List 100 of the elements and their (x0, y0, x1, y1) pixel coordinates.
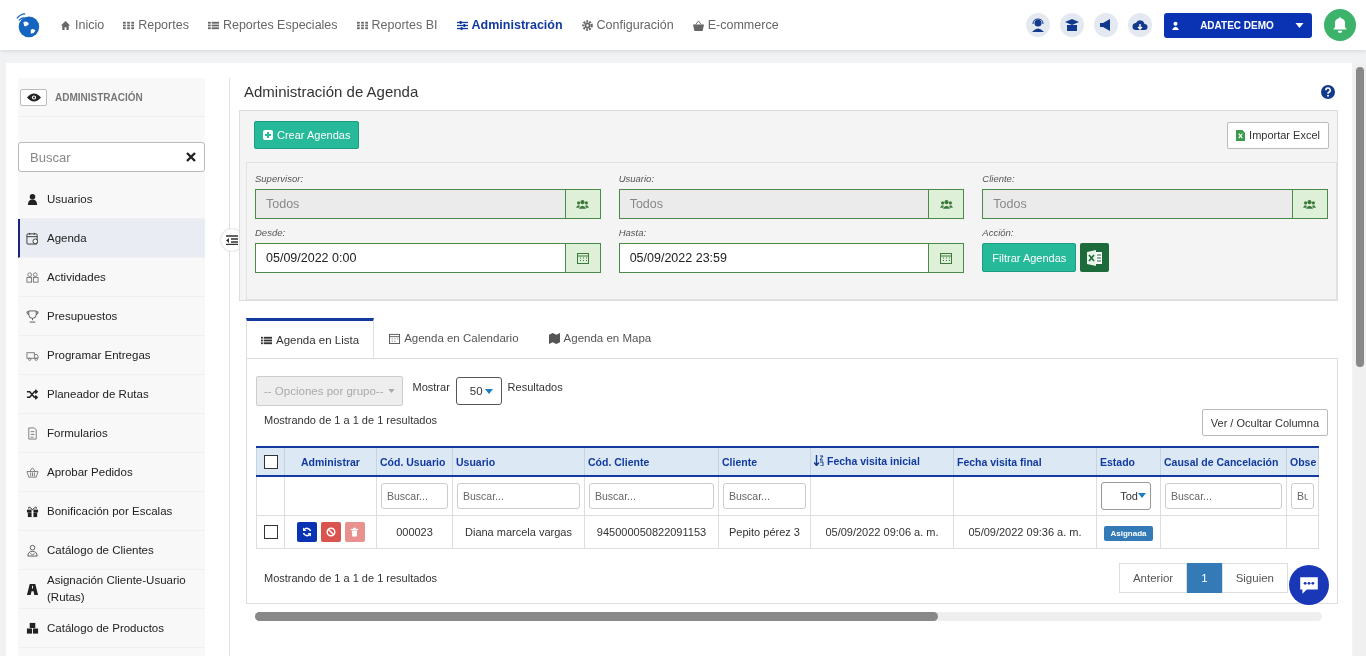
ban-icon (325, 526, 336, 537)
sidebar-item[interactable]: Actividades (18, 258, 205, 297)
nav-link[interactable]: E-commerce (692, 18, 779, 32)
notifications-button[interactable] (1324, 9, 1356, 41)
clear-icon[interactable] (186, 152, 196, 162)
user-icon (1172, 20, 1179, 30)
column-filter-field[interactable]: Buscar... (589, 482, 714, 509)
indent-icon (226, 235, 238, 245)
nav-link[interactable]: Reportes BI (356, 18, 438, 32)
table-cell: 945000050822091153 (596, 525, 707, 538)
field-label: Supervisor: (255, 173, 305, 184)
refresh-button[interactable] (296, 521, 317, 542)
sidebar-item[interactable]: Asignación Cliente-Usuario (Rutas) (18, 570, 205, 609)
trophy-icon (26, 309, 39, 323)
show-label: Mostrar (412, 381, 450, 393)
sliders-icon (456, 19, 468, 31)
sidebar-item[interactable]: Formularios (18, 414, 205, 453)
support-button[interactable] (1026, 13, 1050, 37)
calendar-icon (389, 332, 401, 344)
row-checkbox[interactable] (263, 524, 278, 539)
download-button[interactable] (1128, 13, 1152, 37)
sidebar-item[interactable]: Catálogo de Productos (18, 609, 205, 648)
field-label: Cliente: (982, 173, 1016, 184)
basket-icon (26, 465, 39, 479)
list-icon (261, 334, 272, 346)
announcements-button[interactable] (1094, 13, 1118, 37)
sidebar-item[interactable]: Aprobar Pedidos (18, 453, 205, 492)
grid-icon (356, 19, 368, 31)
column-filter-field[interactable]: Buscar... (1165, 482, 1282, 509)
input-field[interactable]: 05/09/2022 0:00 (255, 243, 601, 273)
refresh-icon (301, 526, 312, 537)
sidebar-item[interactable]: Programar Entregas (18, 336, 205, 375)
document-icon (26, 426, 39, 440)
toggle-columns-button[interactable]: Ver / Ocultar Columna (1201, 409, 1328, 436)
bell-icon (1331, 16, 1349, 34)
tab[interactable]: Agenda en Mapa (533, 318, 667, 357)
table-cell: 05/09/2022 09:06 a. m. (825, 525, 939, 538)
pagination-button[interactable]: 1 (1187, 562, 1222, 593)
sidebar-item[interactable]: Presupuestos (18, 297, 205, 336)
person-icon (26, 543, 39, 557)
tab[interactable]: Agenda en Calendario (374, 318, 534, 357)
calendar-icon (576, 252, 589, 264)
table-cell: Diana marcela vargas (465, 525, 572, 538)
column-filter-field[interactable]: Buscar... (457, 482, 580, 509)
pagination-button[interactable]: Siguien (1221, 562, 1288, 593)
nav-link[interactable]: Configuración (581, 18, 674, 32)
nav-link[interactable]: Administración (456, 18, 563, 32)
sidebar-item[interactable]: Agenda (18, 219, 205, 258)
pagination-button[interactable]: Anterior (1118, 562, 1188, 593)
status-filter-select[interactable]: Tod (1101, 481, 1151, 510)
chat-bubble-icon (1298, 574, 1320, 595)
home-icon (60, 19, 71, 31)
globe-logo[interactable] (14, 11, 42, 39)
column-filter-field[interactable]: Buscar... (381, 482, 448, 509)
cancel-button[interactable] (320, 521, 341, 542)
grid-icon (123, 19, 135, 31)
plus-icon (263, 130, 273, 140)
field-label: Acción: (982, 227, 1015, 238)
spreadsheet-icon (1086, 249, 1103, 266)
sidebar-item[interactable]: Planeador de Rutas (18, 375, 205, 414)
basket-icon (692, 19, 704, 31)
search-field[interactable]: Buscar (18, 142, 205, 172)
import-excel-button[interactable]: Importar Excel (1227, 121, 1329, 149)
nav-link[interactable]: Inicio (60, 18, 105, 32)
nav-link[interactable]: Reportes Especiales (207, 18, 338, 32)
view-button[interactable] (20, 88, 47, 106)
field-label: Desde: (255, 227, 287, 238)
status-badge: Asignada (1104, 525, 1153, 541)
column-header[interactable]: Usuario (456, 455, 496, 468)
column-header[interactable]: Cliente (722, 455, 757, 468)
input-field[interactable]: 05/09/2022 23:59 (618, 243, 965, 273)
user-menu-button[interactable]: ADATEC DEMO (1164, 12, 1312, 38)
road-icon (26, 582, 39, 596)
chat-button[interactable] (1289, 564, 1329, 605)
help-icon[interactable] (1321, 84, 1335, 99)
caret-icon (1138, 493, 1146, 499)
cloud-download-icon (1132, 17, 1148, 33)
headset-icon (1030, 17, 1046, 33)
training-button[interactable] (1060, 13, 1084, 37)
users-icon (576, 199, 590, 209)
gift-icon (26, 504, 39, 518)
vertical-scrollbar[interactable] (1354, 63, 1366, 656)
column-filter-field[interactable]: Buscar... (723, 482, 806, 509)
nav-link[interactable]: Reportes (123, 18, 189, 32)
sidebar-item[interactable]: Catálogo de Clientes (18, 531, 205, 570)
map-icon (548, 332, 560, 344)
page-size-select[interactable]: 50 (455, 377, 502, 405)
select-all-checkbox[interactable] (263, 454, 278, 469)
user-icon (26, 192, 39, 206)
tab[interactable]: Agenda en Lista (246, 318, 375, 359)
graduation-cap-icon (1064, 17, 1080, 33)
excel-export-button[interactable] (1080, 243, 1110, 272)
horizontal-scrollbar[interactable] (255, 611, 1322, 621)
sidebar-item[interactable]: Bonificación por Escalas (18, 492, 205, 531)
trash-icon (350, 526, 359, 537)
table-cell: 000023 (396, 525, 433, 538)
table-cell: Pepito pérez 3 (729, 525, 800, 538)
page-title: Administración de Agenda (244, 83, 419, 100)
users-icon (1303, 199, 1317, 209)
shuffle-icon (26, 387, 39, 401)
